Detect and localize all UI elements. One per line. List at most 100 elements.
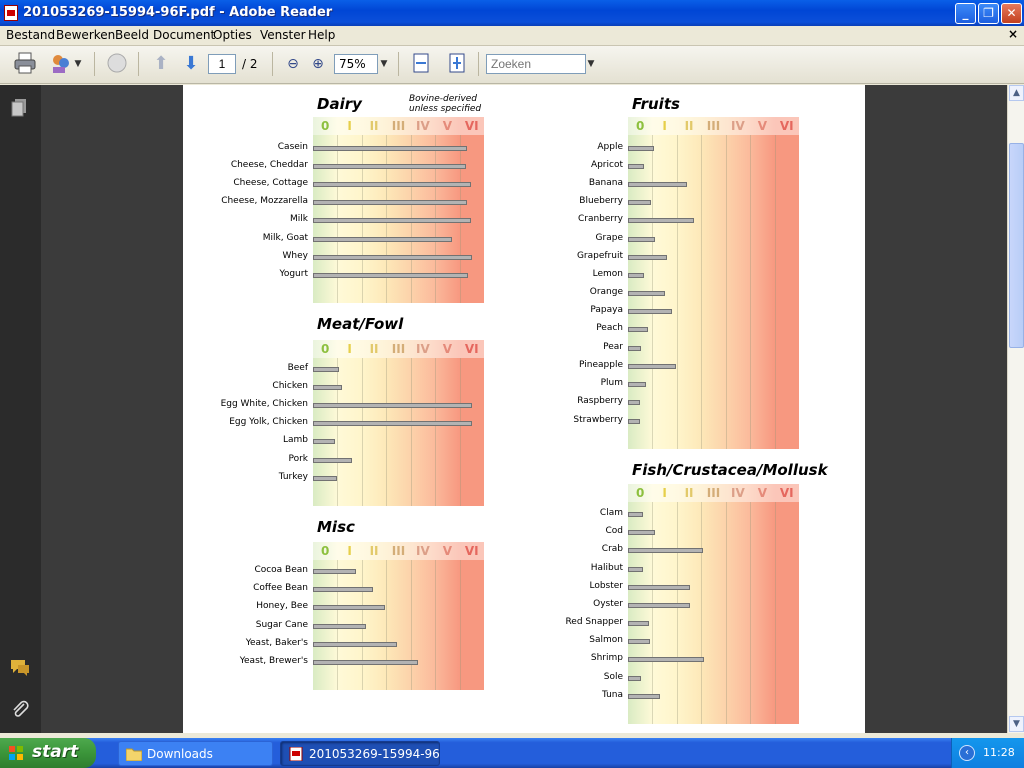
category-label: Plum (600, 378, 623, 388)
category-label: Halibut (590, 563, 623, 573)
menu-help[interactable]: Help (308, 28, 335, 42)
severity-label: 0 (628, 484, 653, 502)
category-label: Lemon (592, 269, 623, 279)
zone-divider (774, 135, 776, 449)
severity-label: 0 (628, 117, 653, 135)
chevron-down-icon[interactable]: ▼ (72, 51, 84, 77)
zone-divider (337, 358, 339, 506)
value-bar (628, 200, 652, 205)
taskbar-item-downloads[interactable]: Downloads (118, 741, 273, 766)
severity-zone (750, 117, 776, 449)
zone-divider (435, 560, 437, 690)
category-label: Blueberry (579, 196, 623, 206)
severity-zone (774, 484, 800, 724)
scroll-thumb[interactable] (1009, 143, 1024, 348)
arrow-up-icon[interactable]: ⬆ (148, 51, 174, 77)
severity-label: V (435, 542, 460, 560)
fit-page-icon[interactable] (444, 51, 470, 77)
fit-width-icon[interactable] (408, 51, 434, 77)
title-bar[interactable]: 201053269-15994-96F.pdf - Adobe Reader _… (0, 0, 1024, 26)
category-label: Cheese, Cheddar (230, 160, 308, 170)
chevron-left-icon[interactable]: ‹ (959, 745, 975, 761)
menu-bar: Bestand Bewerken Beeld Document Opties V… (0, 26, 1024, 46)
severity-label: IV (410, 117, 436, 135)
arrow-down-icon[interactable]: ⬇ (178, 51, 204, 77)
value-bar (628, 621, 649, 626)
severity-label: V (750, 484, 775, 502)
scroll-up-icon[interactable]: ▲ (1009, 85, 1024, 101)
category-label: Yeast, Baker's (245, 638, 308, 648)
severity-label: VI (774, 484, 799, 502)
window-title: 201053269-15994-96F.pdf - Adobe Reader (23, 5, 333, 20)
value-bar (628, 585, 691, 590)
severity-label: II (361, 117, 387, 135)
category-label: Apple (597, 142, 623, 152)
zoom-in-icon[interactable]: ⊕ (305, 51, 331, 77)
search-input[interactable] (486, 54, 586, 74)
zone-divider (750, 135, 752, 449)
value-bar (313, 476, 338, 481)
category-label: Papaya (590, 305, 623, 315)
severity-label: IV (725, 484, 751, 502)
severity-label: III (701, 484, 726, 502)
zone-divider (774, 502, 776, 724)
value-bar (628, 327, 648, 332)
category-label: Yeast, Brewer's (239, 656, 308, 666)
document-close-button[interactable]: × (1008, 27, 1018, 41)
minimize-button[interactable]: _ (955, 3, 976, 24)
zone-divider (725, 135, 727, 449)
print-icon[interactable] (12, 51, 38, 77)
value-bar (628, 548, 703, 553)
severity-label: VI (774, 117, 799, 135)
menu-beeld[interactable]: Beeld (115, 28, 149, 42)
value-bar (628, 291, 665, 296)
menu-opties[interactable]: Opties (213, 28, 252, 42)
pages-icon[interactable] (8, 97, 32, 121)
value-bar (313, 605, 386, 610)
vertical-scrollbar[interactable]: ▲ ▼ (1007, 85, 1024, 733)
value-bar (313, 367, 339, 372)
value-bar (313, 273, 469, 278)
document-view[interactable]: Dairy Bovine-derived unless specified 0 I II I… (41, 85, 1007, 733)
value-bar (628, 419, 641, 424)
panel-title: Dairy (317, 95, 362, 113)
close-button[interactable]: ✕ (1001, 3, 1022, 24)
zoom-level-field[interactable]: 75% (334, 54, 378, 74)
value-bar (313, 255, 472, 260)
zone-divider (676, 502, 678, 724)
comments-icon[interactable] (8, 657, 32, 681)
category-label: Casein (277, 142, 308, 152)
category-label: Salmon (589, 635, 623, 645)
chevron-down-icon[interactable]: ▼ (378, 51, 390, 77)
taskbar-item-pdf[interactable]: 201053269-15994-96... (280, 741, 440, 766)
scroll-down-icon[interactable]: ▼ (1009, 716, 1024, 732)
value-bar (628, 309, 672, 314)
value-bar (313, 218, 471, 223)
start-button[interactable]: start (0, 738, 96, 768)
severity-label: 0 (313, 117, 338, 135)
maximize-button[interactable]: ❐ (978, 3, 999, 24)
category-label: Pear (603, 342, 623, 352)
value-bar (313, 237, 453, 242)
menu-bewerken[interactable]: Bewerken (56, 28, 115, 42)
zoom-out-icon[interactable]: ⊖ (280, 51, 306, 77)
collaborate-icon[interactable] (48, 51, 74, 77)
page-number-input[interactable] (208, 54, 236, 74)
toolbar-separator (478, 52, 479, 76)
value-bar (313, 642, 398, 647)
attachments-icon[interactable] (8, 699, 32, 723)
menu-bestand[interactable]: Bestand (6, 28, 55, 42)
chevron-down-icon[interactable]: ▼ (585, 51, 597, 77)
pdf-file-icon (4, 5, 18, 21)
severity-label: II (676, 484, 702, 502)
menu-venster[interactable]: Venster (260, 28, 306, 42)
severity-zone (435, 542, 461, 690)
category-label: Egg White, Chicken (220, 399, 308, 409)
menu-document[interactable]: Document (153, 28, 215, 42)
severity-zone (361, 542, 387, 690)
value-bar (313, 385, 343, 390)
category-label: Milk, Goat (262, 233, 308, 243)
value-bar (313, 403, 472, 408)
hand-tool-icon[interactable] (104, 51, 130, 77)
severity-label: IV (725, 117, 751, 135)
